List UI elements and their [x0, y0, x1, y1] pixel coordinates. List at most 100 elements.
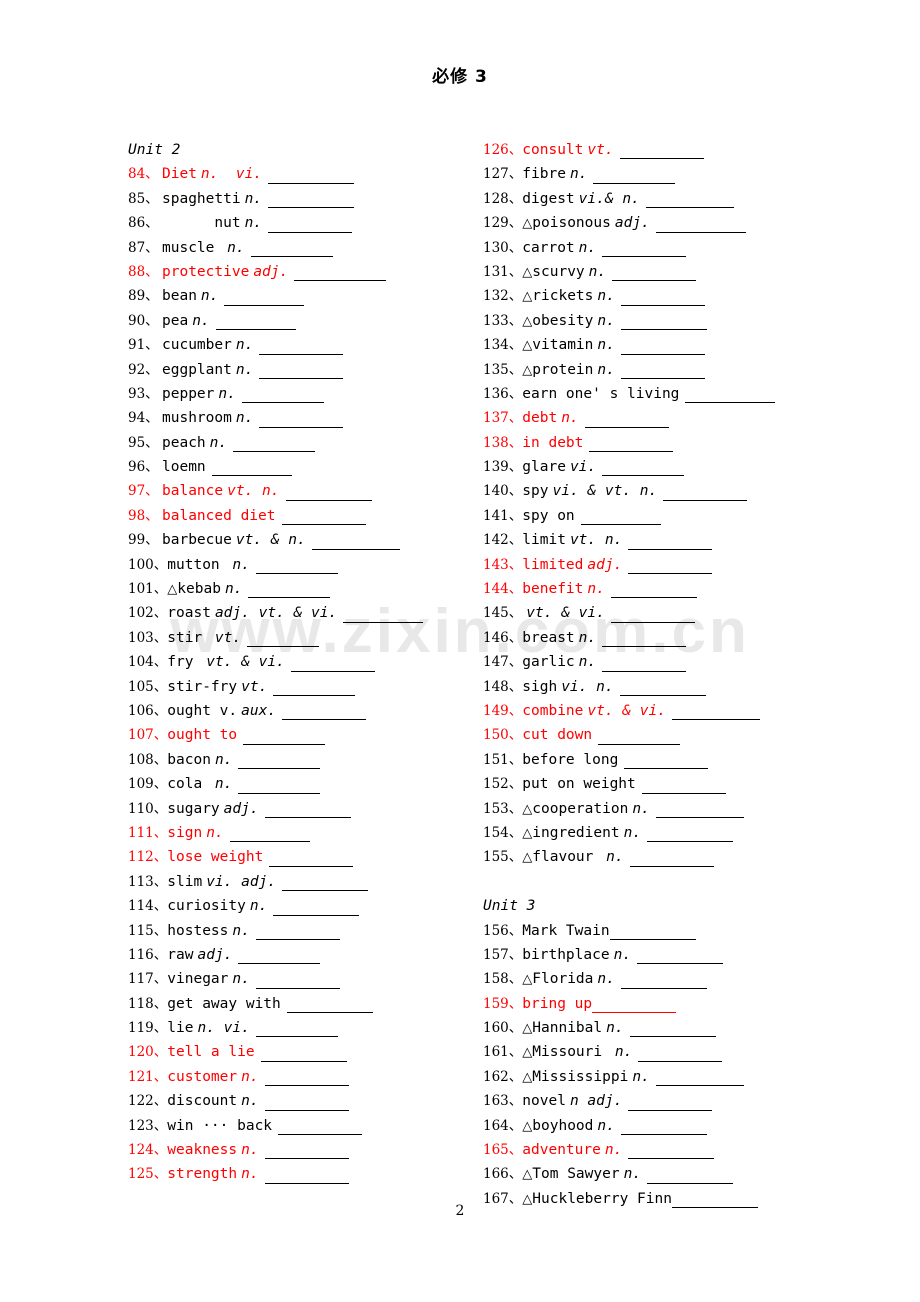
answer-blank[interactable] [655, 803, 744, 818]
answer-blank[interactable] [241, 388, 324, 404]
answer-blank[interactable] [628, 1096, 713, 1111]
answer-blank[interactable] [620, 974, 707, 989]
answer-blank[interactable] [290, 657, 375, 672]
part-of-speech: adj. vt. & vi. [214, 605, 338, 622]
answer-blank[interactable] [282, 705, 367, 721]
answer-blank[interactable] [247, 632, 320, 648]
answer-blank[interactable] [592, 998, 677, 1014]
answer-blank[interactable] [602, 632, 687, 648]
answer-blank[interactable] [259, 364, 344, 379]
answer-blank[interactable] [655, 218, 746, 233]
entry-word: limited [522, 556, 584, 573]
answer-blank[interactable] [598, 730, 681, 745]
entry-number: 107、 [128, 727, 168, 744]
answer-blank[interactable] [243, 730, 326, 745]
answer-blank[interactable] [612, 266, 697, 282]
answer-blank[interactable] [638, 1047, 723, 1062]
answer-blank[interactable] [229, 827, 310, 843]
answer-blank[interactable] [620, 315, 707, 331]
answer-blank[interactable] [602, 657, 687, 672]
answer-blank[interactable] [589, 437, 674, 453]
entry-number: 155、 [483, 849, 523, 866]
answer-blank[interactable] [610, 583, 697, 599]
entry-word: mushroom [162, 410, 232, 427]
answer-blank[interactable] [211, 461, 292, 477]
answer-blank[interactable] [624, 754, 709, 770]
answer-blank[interactable] [628, 535, 713, 550]
answer-blank[interactable] [628, 1144, 715, 1160]
answer-blank[interactable] [255, 559, 338, 575]
answer-blank[interactable] [259, 413, 344, 428]
answer-blank[interactable] [645, 193, 734, 209]
answer-blank[interactable] [269, 852, 354, 867]
answer-blank[interactable] [285, 486, 372, 501]
answer-blank[interactable] [264, 1071, 349, 1087]
answer-blank[interactable] [602, 242, 687, 257]
answer-blank[interactable] [584, 413, 669, 428]
entry-word: poisonous [532, 215, 611, 232]
answer-blank[interactable] [609, 925, 696, 940]
answer-blank[interactable] [593, 169, 676, 184]
entry-word: carrot [522, 239, 575, 256]
answer-blank[interactable] [655, 1071, 744, 1087]
answer-blank[interactable] [685, 388, 776, 404]
part-of-speech: n. [597, 312, 615, 329]
answer-blank[interactable] [273, 681, 356, 696]
answer-blank[interactable] [637, 949, 724, 965]
answer-blank[interactable] [255, 925, 340, 940]
vocab-entry: 112、 lose weight [128, 845, 458, 869]
answer-blank[interactable] [343, 608, 424, 623]
answer-blank[interactable] [238, 779, 321, 794]
entry-number: 115、 [128, 922, 168, 939]
answer-blank[interactable] [629, 1022, 716, 1038]
answer-blank[interactable] [620, 1120, 707, 1136]
answer-blank[interactable] [260, 1047, 347, 1062]
answer-blank[interactable] [238, 949, 321, 965]
entry-word: spy [522, 483, 549, 500]
answer-blank[interactable] [268, 169, 355, 184]
answer-blank[interactable] [619, 681, 706, 696]
answer-blank[interactable] [647, 1169, 734, 1184]
answer-blank[interactable] [264, 1144, 349, 1160]
answer-blank[interactable] [294, 266, 387, 282]
answer-blank[interactable] [268, 218, 353, 233]
answer-blank[interactable] [663, 486, 748, 501]
answer-blank[interactable] [580, 510, 661, 526]
answer-blank[interactable] [250, 242, 333, 257]
answer-blank[interactable] [278, 1120, 363, 1136]
answer-blank[interactable] [620, 340, 705, 355]
answer-blank[interactable] [255, 1022, 338, 1038]
answer-blank[interactable] [215, 315, 296, 331]
entry-number: 87、 [128, 239, 159, 256]
answer-blank[interactable] [264, 1169, 349, 1184]
answer-blank[interactable] [259, 340, 344, 355]
answer-blank[interactable] [619, 144, 704, 160]
answer-blank[interactable] [286, 998, 373, 1014]
answer-blank[interactable] [281, 510, 366, 526]
answer-blank[interactable] [629, 852, 714, 867]
answer-blank[interactable] [264, 803, 351, 818]
entry-word: sign [167, 824, 203, 841]
answer-blank[interactable] [255, 974, 340, 989]
part-of-speech: n. [597, 361, 615, 378]
answer-blank[interactable] [647, 827, 734, 843]
answer-blank[interactable] [311, 535, 400, 550]
answer-blank[interactable] [233, 437, 316, 453]
answer-blank[interactable] [248, 583, 331, 599]
vocab-entry: 132、 △ rickets n. [483, 284, 823, 308]
answer-blank[interactable] [273, 901, 360, 916]
answer-blank[interactable] [671, 705, 760, 721]
answer-blank[interactable] [264, 1096, 349, 1111]
answer-blank[interactable] [610, 608, 695, 623]
answer-blank[interactable] [282, 876, 369, 892]
answer-blank[interactable] [224, 291, 305, 306]
answer-blank[interactable] [268, 193, 355, 209]
answer-blank[interactable] [238, 754, 321, 770]
entry-number: 145、 [483, 605, 523, 622]
answer-blank[interactable] [641, 779, 726, 794]
answer-blank[interactable] [628, 559, 713, 575]
vocab-entry: 150、 cut down [483, 723, 823, 747]
answer-blank[interactable] [620, 364, 705, 379]
answer-blank[interactable] [620, 291, 705, 306]
answer-blank[interactable] [602, 461, 685, 477]
